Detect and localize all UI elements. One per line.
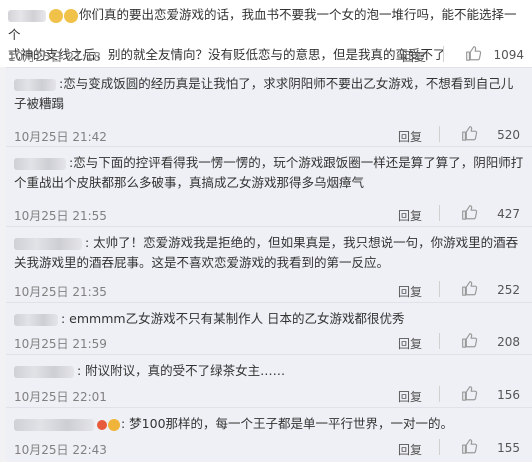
comment-date: 10月25日 21:35 [14,285,107,299]
thumbs-up-icon[interactable] [460,279,478,297]
comment-date: 10月25日 21:42 [14,130,107,144]
top-comment-meta: 10月25日 21:18 回复 1094 [8,46,528,66]
reply-card: :恋与变成饭圆的经历真是让我怕了，求求阴阳师不要出乙女游戏，不想看到自己儿子被糟… [6,67,532,147]
reply-meta: 10月25日 21:35 回复 252 [14,281,524,301]
like-count: 156 [497,388,520,402]
reply-button[interactable]: 回复 [398,128,422,145]
reply-text: : 梦100那样的，每一个王子都是单一平行世界，一对一的。 [14,414,524,434]
emoji-icon [64,8,78,23]
reply-meta: 10月25日 22:43 回复 155 [14,439,524,459]
blurred-username[interactable] [14,313,58,326]
divider [439,333,440,349]
thumbs-up-icon[interactable] [460,384,478,402]
reply-button[interactable]: 回复 [398,283,422,300]
thumbs-up-icon[interactable] [460,331,478,349]
reply-meta: 10月25日 22:01 回复 156 [14,386,524,406]
reply-text: :恋与变成饭圆的经历真是让我怕了，求求阴阳师不要出乙女游戏，不想看到自己儿子被糟… [14,76,514,111]
reply-button[interactable]: 回复 [398,207,422,224]
like-count: 252 [497,283,520,297]
blurred-username[interactable] [8,9,46,22]
blurred-username[interactable] [14,237,82,250]
thumbs-up-icon[interactable] [460,203,478,221]
reply-card: : 附议附议，真的受不了绿茶女主…… 10月25日 22:01 回复 156 [6,354,532,408]
reply-button[interactable]: 回复 [398,441,422,458]
divider [443,46,444,62]
reply-button[interactable]: 回复 [402,48,426,65]
like-count: 520 [497,128,520,142]
thumbs-up-icon[interactable] [460,437,478,455]
blurred-username[interactable] [14,78,56,91]
divider [439,126,440,142]
reply-text: : emmmm乙女游戏不只有某制作人 日本的乙女游戏都很优秀 [14,309,524,329]
comment-date: 10月25日 21:59 [14,337,107,351]
divider [439,439,440,455]
blurred-username[interactable] [14,365,74,378]
reply-text: :恋与下面的控评看得我一愣一愣的，玩个游戏跟饭圈一样还是算了算了，阴阳师打个重战… [14,155,524,190]
thumbs-up-icon[interactable] [464,44,482,62]
emoji-icon [49,8,63,23]
like-count: 208 [497,335,520,349]
thumbs-up-icon[interactable] [460,124,478,142]
divider [439,281,440,297]
reply-card: : 太帅了！恋爱游戏我是拒绝的，但如果真是，我只想说一句，你游戏里的酒吞关我游戏… [6,226,532,303]
reply-meta: 10月25日 21:55 回复 427 [14,205,524,225]
emoji-icon [108,418,120,431]
blurred-username[interactable] [14,157,66,170]
divider [439,205,440,221]
badge-icon [97,419,107,430]
like-count: 1094 [493,48,524,62]
comment-date: 10月25日 21:18 [8,50,101,64]
reply-button[interactable]: 回复 [398,335,422,352]
reply-text: : 太帅了！恋爱游戏我是拒绝的，但如果真是，我只想说一句，你游戏里的酒吞关我游戏… [14,235,519,270]
like-count: 155 [497,441,520,455]
top-comment: 你们真的要出恋爱游戏的话，我血书不要我一个女的泡一堆行吗，能不能选择一个 式神的… [0,0,532,67]
like-count: 427 [497,207,520,221]
reply-button[interactable]: 回复 [398,388,422,405]
reply-card: : 梦100那样的，每一个王子都是单一平行世界，一对一的。 10月25日 22:… [6,407,532,462]
top-comment-line1: 你们真的要出恋爱游戏的话，我血书不要我一个女的泡一堆行吗，能不能选择一个 [8,7,517,42]
reply-card: : emmmm乙女游戏不只有某制作人 日本的乙女游戏都很优秀 10月25日 21… [6,302,532,355]
comment-date: 10月25日 21:55 [14,209,107,223]
reply-meta: 10月25日 21:59 回复 208 [14,333,524,353]
reply-text: : 附议附议，真的受不了绿茶女主…… [14,361,524,381]
reply-meta: 10月25日 21:42 回复 520 [14,126,524,146]
blurred-username[interactable] [14,418,94,431]
comment-date: 10月25日 22:43 [14,443,107,457]
divider [439,386,440,402]
comment-date: 10月25日 22:01 [14,390,107,404]
reply-card: :恋与下面的控评看得我一愣一愣的，玩个游戏跟饭圈一样还是算了算了，阴阳师打个重战… [6,146,532,227]
